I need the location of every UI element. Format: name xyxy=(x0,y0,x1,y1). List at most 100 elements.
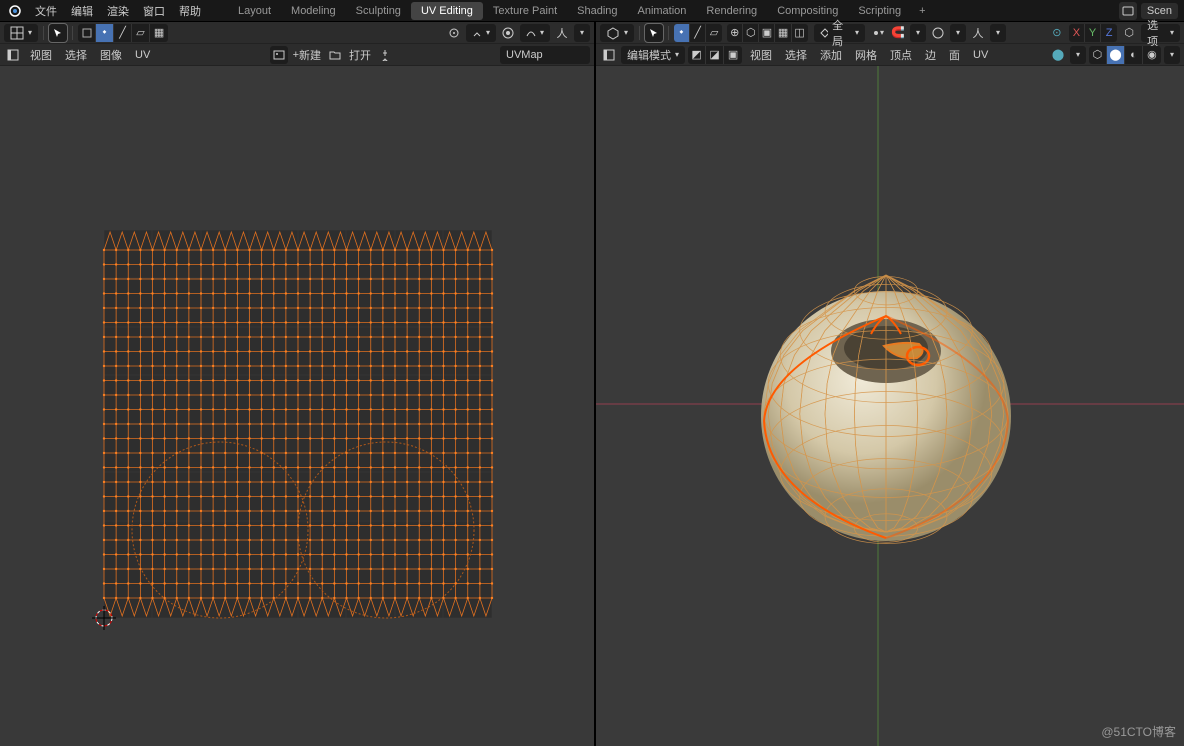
comp-c-icon[interactable]: ▣ xyxy=(724,46,742,64)
mode-dropdown[interactable]: 编辑模式 ▾ xyxy=(621,46,685,64)
uv-menu-uv[interactable]: UV xyxy=(130,49,155,61)
vp-menu-edge[interactable]: 边 xyxy=(920,47,941,63)
uv-snap-type[interactable]: ▾ xyxy=(466,24,496,42)
3d-viewport-panel: ▾ ⬩ ╱ ▱ ⊕ ⬡ ▣ ▦ ◫ 全局 ▾ ▾ 🧲 ▾ ▾ 人 ▾ ⊙ X Y… xyxy=(596,22,1184,746)
toggle-b-icon[interactable]: ◫ xyxy=(792,24,808,42)
sync-selection-icon[interactable] xyxy=(78,24,96,42)
comp-b-icon[interactable]: ◪ xyxy=(706,46,724,64)
uv-snap-icon[interactable] xyxy=(445,24,463,42)
vp-menu-vertex[interactable]: 顶点 xyxy=(885,47,917,63)
vp-menu-uv[interactable]: UV xyxy=(968,49,993,61)
gizmo-toggle-icon[interactable]: ⊙ xyxy=(1048,24,1066,42)
vp-display-toggles: ⊕ ⬡ ▣ ▦ ◫ xyxy=(727,24,808,42)
overlays-icon[interactable]: ⬡ xyxy=(1120,24,1138,42)
vp-menu-select[interactable]: 选择 xyxy=(780,47,812,63)
vp-human-dd[interactable]: ▾ xyxy=(990,24,1006,42)
vp-menu-view[interactable]: 视图 xyxy=(745,47,777,63)
vp-human-icon[interactable]: 人 xyxy=(969,24,987,42)
menu-render[interactable]: 渲染 xyxy=(100,0,136,22)
blender-logo-icon[interactable] xyxy=(6,2,24,20)
vp-edge-mode-icon[interactable]: ╱ xyxy=(690,24,706,42)
uv-viewport[interactable] xyxy=(0,66,594,746)
vp-snap-type-dd[interactable]: ▾ xyxy=(910,24,926,42)
3d-viewport[interactable] xyxy=(596,66,1184,746)
tab-shading[interactable]: Shading xyxy=(567,2,627,20)
edge-select-icon[interactable]: ╱ xyxy=(114,24,132,42)
vp-proportional-icon[interactable] xyxy=(929,24,947,42)
vp-menu-add[interactable]: 添加 xyxy=(815,47,847,63)
shading-dd[interactable]: ▾ xyxy=(1070,46,1086,64)
pivot-icon[interactable]: ▾ xyxy=(868,24,886,42)
uv-menu-image[interactable]: 图像 xyxy=(95,47,127,63)
show-overlay-icon[interactable]: ⬡ xyxy=(743,24,759,42)
vp-menu-face[interactable]: 面 xyxy=(944,47,965,63)
island-select-icon[interactable]: ▦ xyxy=(150,24,168,42)
scene-browse-icon[interactable] xyxy=(1119,2,1137,20)
cursor-tool-icon[interactable] xyxy=(49,24,67,42)
vp-snap-icon[interactable]: 🧲 xyxy=(889,24,907,42)
solid-shading-icon[interactable]: ⬤ xyxy=(1107,46,1125,64)
menu-window[interactable]: 窗口 xyxy=(136,0,172,22)
toggle-a-icon[interactable]: ▦ xyxy=(775,24,791,42)
vp-component-group: ◩ ◪ ▣ xyxy=(688,46,742,64)
tab-layout[interactable]: Layout xyxy=(228,2,281,20)
editor-type-3d[interactable]: ▾ xyxy=(600,24,634,42)
tab-sculpting[interactable]: Sculpting xyxy=(346,2,411,20)
uv-header-1: ▾ ⬩ ╱ ▱ ▦ ▾ ▾ 人 ▾ xyxy=(0,22,594,44)
vertex-select-icon[interactable]: ⬩ xyxy=(96,24,114,42)
menu-file[interactable]: 文件 xyxy=(28,0,64,22)
vp-falloff-dd[interactable]: ▾ xyxy=(950,24,966,42)
wireframe-shading-icon[interactable]: ⬡ xyxy=(1089,46,1107,64)
uvmap-name-input[interactable] xyxy=(500,46,590,64)
vp-face-mode-icon[interactable]: ▱ xyxy=(706,24,722,42)
proportional-edit-icon[interactable] xyxy=(499,24,517,42)
live-unwrap-icon[interactable]: 人 xyxy=(553,24,571,42)
tab-scripting[interactable]: Scripting xyxy=(848,2,911,20)
tab-uv-editing[interactable]: UV Editing xyxy=(411,2,483,20)
pin-icon[interactable] xyxy=(376,46,394,64)
xray-icon[interactable]: ▣ xyxy=(759,24,775,42)
matprev-shading-icon[interactable]: ◐ xyxy=(1125,46,1143,64)
rendered-shading-icon[interactable]: ◉ xyxy=(1143,46,1161,64)
workspace-tabs: Layout Modeling Sculpting UV Editing Tex… xyxy=(228,2,934,20)
tab-animation[interactable]: Animation xyxy=(628,2,697,20)
face-select-icon[interactable]: ▱ xyxy=(132,24,150,42)
options-dd[interactable]: 选项▾ xyxy=(1141,24,1180,42)
tab-rendering[interactable]: Rendering xyxy=(696,2,767,20)
orientation-dd[interactable]: 全局 ▾ xyxy=(814,24,865,42)
show-gizmo-icon[interactable]: ⊕ xyxy=(727,24,743,42)
uv-menu-select[interactable]: 选择 xyxy=(60,47,92,63)
shading-opts-dd[interactable]: ▾ xyxy=(1164,46,1180,64)
uv-options-dd[interactable]: ▾ xyxy=(574,24,590,42)
menu-help[interactable]: 帮助 xyxy=(172,0,208,22)
image-browse-icon[interactable] xyxy=(270,46,288,64)
open-image-icon[interactable] xyxy=(326,46,344,64)
new-image-button[interactable]: + 新建 xyxy=(291,46,323,64)
uv-sidebar-toggle-icon[interactable] xyxy=(4,46,22,64)
vp-select-mode-group: ⬩ ╱ ▱ xyxy=(674,24,722,42)
uv-select-mode-group: ⬩ ╱ ▱ ▦ xyxy=(78,24,168,42)
vp-menu-mesh[interactable]: 网格 xyxy=(850,47,882,63)
axis-y-icon[interactable]: Y xyxy=(1085,24,1101,42)
tab-texture-paint[interactable]: Texture Paint xyxy=(483,2,567,20)
vp-vertex-mode-icon[interactable]: ⬩ xyxy=(674,24,690,42)
add-workspace-button[interactable]: + xyxy=(911,2,933,20)
axis-z-icon[interactable]: Z xyxy=(1101,24,1117,42)
uv-editor-panel: ▾ ⬩ ╱ ▱ ▦ ▾ ▾ 人 ▾ 视图 选择 图像 UV + 新建 打开 xyxy=(0,22,596,746)
vp-sidebar-toggle-icon[interactable] xyxy=(600,46,618,64)
axis-x-icon[interactable]: X xyxy=(1069,24,1085,42)
vp-cursor-tool-icon[interactable] xyxy=(645,24,663,42)
menu-edit[interactable]: 编辑 xyxy=(64,0,100,22)
uv-canvas xyxy=(0,66,594,746)
tab-modeling[interactable]: Modeling xyxy=(281,2,346,20)
top-bar: 文件 编辑 渲染 窗口 帮助 Layout Modeling Sculpting… xyxy=(0,0,1184,22)
open-image-button[interactable]: 打开 xyxy=(347,46,373,64)
proportional-falloff[interactable]: ▾ xyxy=(520,24,550,42)
editor-type-uv[interactable]: ▾ xyxy=(4,24,38,42)
uv-menu-view[interactable]: 视图 xyxy=(25,47,57,63)
uv-header-2: 视图 选择 图像 UV + 新建 打开 xyxy=(0,44,594,66)
3d-canvas xyxy=(596,66,1184,746)
comp-a-icon[interactable]: ◩ xyxy=(688,46,706,64)
vp-header-1: ▾ ⬩ ╱ ▱ ⊕ ⬡ ▣ ▦ ◫ 全局 ▾ ▾ 🧲 ▾ ▾ 人 ▾ ⊙ X Y… xyxy=(596,22,1184,44)
shading-toggle-icon[interactable]: ⬤ xyxy=(1049,46,1067,64)
